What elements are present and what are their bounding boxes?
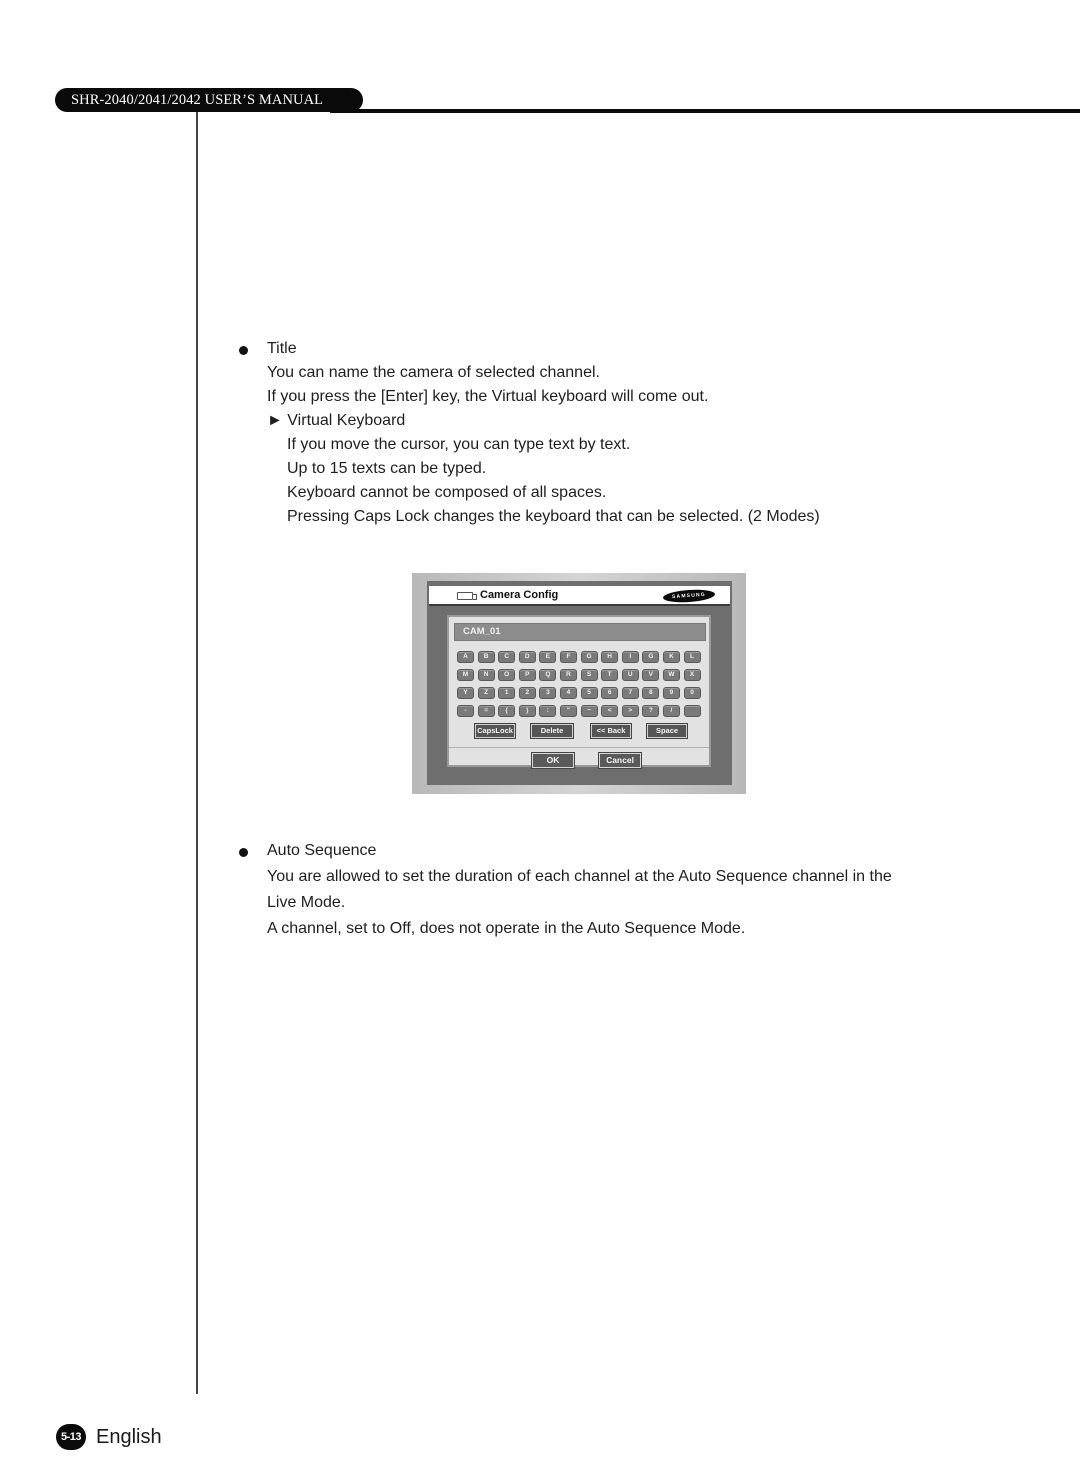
virtual-keyboard: CAM_01 ABCDEFGHIGKLMNOPQRSTUVWXYZ1234567… [447, 615, 711, 769]
back-button[interactable]: << Back [590, 723, 632, 739]
manual-title: SHR-2040/2041/2042 USER’S MANUAL [55, 88, 363, 112]
body-line: Keyboard cannot be composed of all space… [287, 484, 607, 501]
section-heading: Title [267, 340, 297, 357]
body-line: Live Mode. [267, 894, 346, 911]
subsection-heading: ► Virtual Keyboard [267, 412, 405, 430]
key-r1c10[interactable]: W [662, 669, 680, 681]
dialog-titlebar: Camera Config SAMSUNG [429, 586, 730, 606]
key-r1c9[interactable]: V [642, 669, 660, 681]
key-r1c0[interactable]: M [457, 669, 474, 681]
space-button[interactable]: Space [646, 723, 688, 739]
margin-rule [196, 112, 198, 1394]
dialog-window: Camera Config SAMSUNG CAM_01 ABCDEFGHIGK… [427, 581, 732, 785]
key-r1c8[interactable]: U [621, 669, 639, 681]
key-r0c3[interactable]: D [518, 651, 536, 663]
key-r2c5[interactable]: 4 [559, 687, 577, 699]
key-r1c7[interactable]: T [601, 669, 619, 681]
camera-config-screenshot: Camera Config SAMSUNG CAM_01 ABCDEFGHIGK… [412, 573, 746, 794]
key-r2c10[interactable]: 9 [662, 687, 680, 699]
key-r3c9[interactable]: ? [642, 705, 660, 717]
key-r1c11[interactable]: X [683, 669, 701, 681]
key-r0c5[interactable]: F [559, 651, 577, 663]
body-line: Up to 15 texts can be typed. [287, 460, 487, 477]
key-r3c6[interactable]: ~ [580, 705, 598, 717]
page-number-badge: 5-13 [56, 1424, 86, 1450]
key-r2c4[interactable]: 3 [539, 687, 557, 699]
key-r3c5[interactable]: " [559, 705, 577, 717]
key-r0c2[interactable]: C [498, 651, 516, 663]
key-r1c5[interactable]: R [559, 669, 577, 681]
subsection-heading-text: Virtual Keyboard [287, 412, 406, 429]
body-line: A channel, set to Off, does not operate … [267, 920, 746, 937]
key-r2c0[interactable]: Y [457, 687, 474, 699]
key-r0c0[interactable]: A [457, 651, 474, 663]
key-r2c6[interactable]: 5 [580, 687, 598, 699]
header-rule [330, 109, 1080, 113]
key-r1c6[interactable]: S [580, 669, 598, 681]
page-language: English [96, 1426, 162, 1448]
body-line: You can name the camera of selected chan… [267, 364, 600, 381]
key-r3c0[interactable]: - [457, 705, 474, 717]
function-keys: CapsLock Delete << Back Space [474, 723, 695, 739]
capslock-button[interactable]: CapsLock [474, 723, 516, 739]
bullet-icon [239, 346, 248, 355]
key-r0c7[interactable]: H [601, 651, 619, 663]
key-r0c9[interactable]: G [642, 651, 660, 663]
key-r3c3[interactable]: } [518, 705, 536, 717]
samsung-logo: SAMSUNG [662, 588, 716, 604]
body-line: You are allowed to set the duration of e… [267, 868, 892, 885]
key-r3c4[interactable]: : [539, 705, 557, 717]
key-r1c2[interactable]: O [498, 669, 516, 681]
key-r2c9[interactable]: 8 [642, 687, 660, 699]
bullet-icon [239, 848, 248, 857]
dialog-title: Camera Config [480, 589, 559, 601]
key-r0c4[interactable]: E [539, 651, 557, 663]
divider [449, 747, 709, 748]
key-r1c3[interactable]: P [518, 669, 536, 681]
key-r0c6[interactable]: G [580, 651, 598, 663]
key-blank[interactable] [683, 705, 701, 717]
ok-button[interactable]: OK [531, 752, 575, 769]
key-r2c3[interactable]: 2 [518, 687, 536, 699]
key-grid: A B C D E F G H I G K L M N O P Q R S T U V W X Y Z 1 2 3 4 5 6 7 8 9 0- ={}… [457, 651, 707, 717]
section-heading: Auto Sequence [267, 842, 377, 859]
key-r1c4[interactable]: Q [539, 669, 557, 681]
camera-title-input[interactable]: CAM_01 [454, 623, 706, 641]
key-r3c1[interactable]: = [477, 705, 495, 717]
body-line: If you press the [Enter] key, the Virtua… [267, 388, 709, 405]
key-r0c11[interactable]: L [683, 651, 701, 663]
key-r2c11[interactable]: 0 [683, 687, 701, 699]
key-r1c1[interactable]: N [477, 669, 495, 681]
key-r2c2[interactable]: 1 [498, 687, 516, 699]
cancel-button[interactable]: Cancel [598, 752, 642, 769]
triangle-right-icon: ► [267, 412, 283, 429]
camera-icon [457, 592, 477, 600]
key-r3c2[interactable]: { [498, 705, 516, 717]
key-r2c8[interactable]: 7 [621, 687, 639, 699]
key-r0c8[interactable]: I [621, 651, 639, 663]
key-r3c10[interactable]: / [662, 705, 680, 717]
key-r2c7[interactable]: 6 [601, 687, 619, 699]
key-r2c1[interactable]: Z [477, 687, 495, 699]
key-r0c10[interactable]: K [662, 651, 680, 663]
body-line: Pressing Caps Lock changes the keyboard … [287, 508, 820, 525]
key-r3c8[interactable]: > [621, 705, 639, 717]
body-line: If you move the cursor, you can type tex… [287, 436, 631, 453]
delete-button[interactable]: Delete [530, 723, 574, 739]
key-r0c1[interactable]: B [477, 651, 495, 663]
key-r3c7[interactable]: < [601, 705, 619, 717]
